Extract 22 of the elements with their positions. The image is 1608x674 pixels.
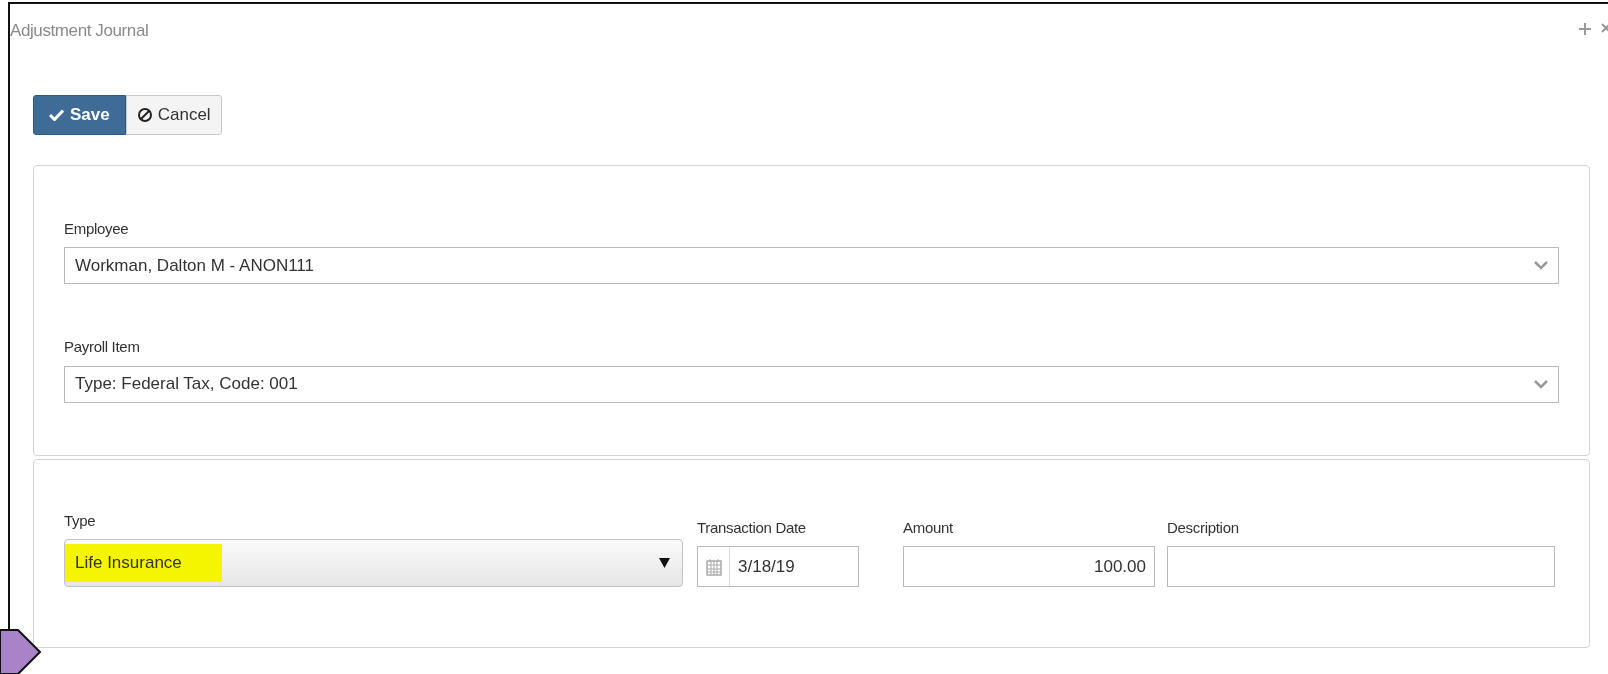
field-label: Employee: [64, 218, 130, 239]
select-field[interactable]: Workman, Dalton M - ANON111: [64, 247, 1559, 284]
select-field[interactable]: Life Insurance: [64, 539, 683, 587]
check-icon: [49, 108, 64, 121]
description-field[interactable]: [1167, 546, 1555, 587]
chevron-down-icon: [1534, 261, 1548, 270]
calendar-icon: [705, 557, 722, 576]
cancel-icon: [136, 106, 153, 123]
field-label: Type: [64, 510, 97, 531]
select-field[interactable]: Type: Federal Tax, Code: 001: [64, 365, 1559, 403]
field-label: Transaction Date: [697, 517, 807, 538]
date-field[interactable]: 3/18/19: [697, 546, 859, 587]
cancel-button[interactable]: Cancel: [125, 95, 222, 135]
chevron-down-icon: [1534, 379, 1548, 389]
amount-field[interactable]: 100.00: [903, 546, 1155, 587]
field-label: Description: [1167, 517, 1240, 538]
field-label: Payroll Item: [64, 337, 141, 357]
save-button[interactable]: Save: [33, 95, 126, 135]
plus-icon[interactable]: [1578, 22, 1592, 36]
caret-down-icon: [659, 558, 670, 568]
field-label: Amount: [903, 517, 954, 538]
window-title: Adjustment Journal: [10, 20, 149, 42]
